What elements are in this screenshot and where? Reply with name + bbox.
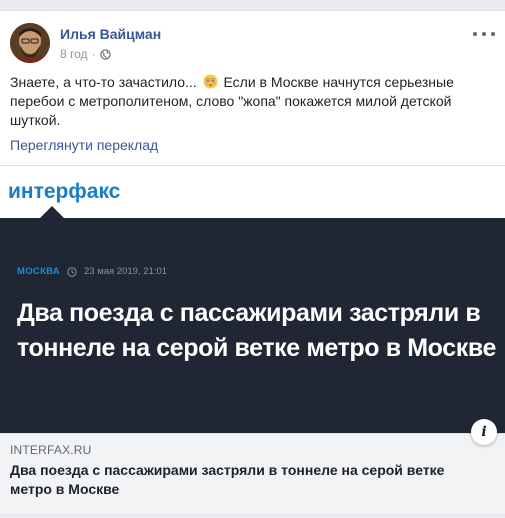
post-meta: 8 год · <box>60 47 111 61</box>
post-text-part1: Знаете, а что-то зачастило... <box>10 74 197 90</box>
more-options-icon[interactable] <box>473 27 495 41</box>
translate-link[interactable]: Переглянути переклад <box>10 137 158 153</box>
info-icon[interactable]: i <box>471 419 497 445</box>
author-name[interactable]: Илья Вайцман <box>60 26 161 42</box>
post-time[interactable]: 8 год <box>60 47 88 61</box>
post-header: Илья Вайцман 8 год · <box>10 23 495 67</box>
interfax-logo: интерфакс <box>8 178 123 211</box>
logo-text: интерфакс <box>8 180 121 203</box>
article-date: 23 мая 2019, 21:01 <box>84 266 168 277</box>
clock-icon <box>67 266 77 277</box>
source-logo-area: интерфакс <box>0 166 505 218</box>
link-caption[interactable]: i INTERFAX.RU Два поезда с пассажирами з… <box>0 419 505 513</box>
avatar[interactable] <box>10 23 50 63</box>
info-symbol: i <box>481 424 487 440</box>
section-tag: МОСКВА <box>17 266 61 277</box>
post-text: Знаете, а что-то зачастило... Если в Мос… <box>10 73 470 130</box>
link-preview-card[interactable]: интерфакс МОСКВА 23 мая 2019, 21:01 Два … <box>0 165 505 513</box>
link-domain: INTERFAX.RU <box>10 443 92 457</box>
globe-icon[interactable] <box>99 48 111 60</box>
meta-separator: · <box>91 47 96 61</box>
article-image[interactable]: МОСКВА 23 мая 2019, 21:01 Два поезда с п… <box>0 218 505 433</box>
link-title[interactable]: Два поезда с пассажирами застряли в тонн… <box>10 461 470 499</box>
article-headline: Два поезда с пассажирами застряли в тонн… <box>17 299 496 362</box>
flushed-face-emoji <box>203 74 218 89</box>
article-meta-row: МОСКВА 23 мая 2019, 21:01 <box>17 266 167 277</box>
facebook-post: Илья Вайцман 8 год · Знаете, а что-то за… <box>0 10 505 513</box>
